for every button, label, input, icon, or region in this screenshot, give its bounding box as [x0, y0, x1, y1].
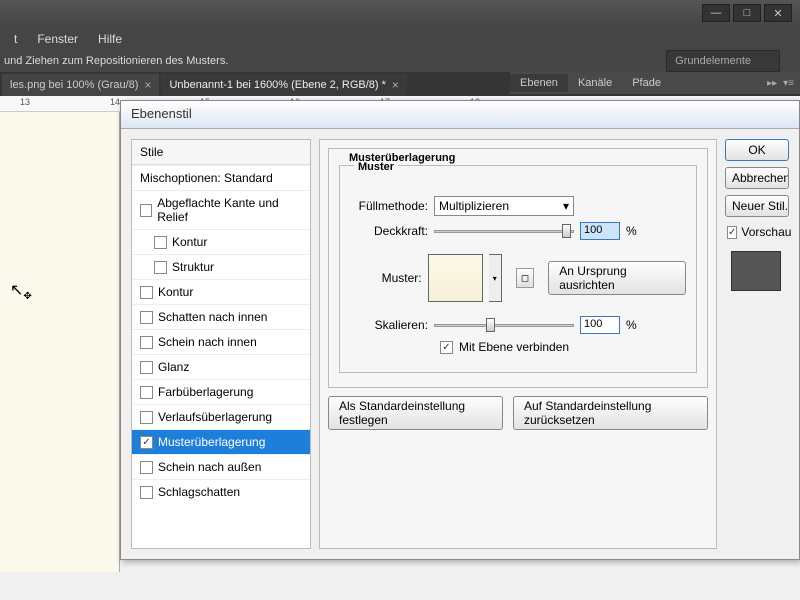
style-checkbox[interactable]: ✓	[140, 436, 153, 449]
style-checkbox[interactable]	[154, 261, 167, 274]
style-item[interactable]: Kontur	[132, 229, 310, 254]
style-checkbox[interactable]	[140, 386, 153, 399]
make-default-button[interactable]: Als Standardeinstellung festlegen	[328, 396, 503, 430]
options-hint: und Ziehen zum Repositionieren des Muste…	[4, 55, 228, 67]
style-checkbox[interactable]	[140, 204, 152, 217]
label-blendmode: Füllmethode:	[350, 199, 428, 213]
style-label: Farbüberlagerung	[158, 385, 253, 399]
link-layer-checkbox[interactable]: ✓	[440, 341, 453, 354]
style-item[interactable]: Schatten nach innen	[132, 304, 310, 329]
scale-input[interactable]: 100	[580, 316, 620, 334]
style-label: Schein nach innen	[158, 335, 257, 349]
styles-header[interactable]: Stile	[132, 140, 310, 165]
label-scale: Skalieren:	[350, 318, 428, 332]
style-label: Schatten nach innen	[158, 310, 267, 324]
reset-default-button[interactable]: Auf Standardeinstellung zurücksetzen	[513, 396, 708, 430]
tab-ebenen[interactable]: Ebenen	[510, 74, 568, 92]
label-pattern: Muster:	[350, 271, 422, 285]
style-label: Kontur	[158, 285, 193, 299]
close-icon[interactable]: ×	[392, 78, 399, 92]
panel-tabs: Ebenen Kanäle Pfade ▸▸ ▾≡	[510, 72, 800, 94]
style-checkbox[interactable]	[154, 236, 167, 249]
style-item[interactable]: Schlagschatten	[132, 479, 310, 504]
opacity-input[interactable]: 100	[580, 222, 620, 240]
style-checkbox[interactable]	[140, 361, 153, 374]
unit-percent: %	[626, 318, 637, 332]
close-button[interactable]: ✕	[764, 4, 792, 22]
minimize-button[interactable]: —	[702, 4, 730, 22]
style-checkbox[interactable]	[140, 461, 153, 474]
label-preview: Vorschau	[741, 225, 791, 239]
style-label: Schlagschatten	[158, 485, 240, 499]
style-item[interactable]: Struktur	[132, 254, 310, 279]
pattern-swatch[interactable]	[428, 254, 483, 302]
scale-slider[interactable]	[434, 317, 574, 333]
blend-options-row[interactable]: Mischoptionen: Standard	[132, 165, 310, 190]
cancel-button[interactable]: Abbrechen	[725, 167, 789, 189]
style-item[interactable]: Abgeflachte Kante und Relief	[132, 190, 310, 229]
workspace-selector[interactable]: Grundelemente	[666, 50, 780, 72]
style-item[interactable]: ✓ Musterüberlagerung	[132, 429, 310, 454]
style-label: Musterüberlagerung	[158, 435, 265, 449]
snap-origin-icon[interactable]: ◻	[516, 268, 535, 288]
blendmode-select[interactable]: Multiplizieren▾	[434, 196, 574, 216]
style-label: Kontur	[172, 235, 207, 249]
style-label: Abgeflachte Kante und Relief	[157, 196, 302, 224]
style-label: Schein nach außen	[158, 460, 261, 474]
tab-kanale[interactable]: Kanäle	[568, 74, 622, 92]
move-cursor-icon: ↖✥	[10, 280, 32, 300]
style-item[interactable]: Verlaufsüberlagerung	[132, 404, 310, 429]
menu-hilfe[interactable]: Hilfe	[88, 30, 132, 48]
style-checkbox[interactable]	[140, 286, 153, 299]
style-checkbox[interactable]	[140, 486, 153, 499]
style-item[interactable]: Glanz	[132, 354, 310, 379]
style-item[interactable]: Farbüberlagerung	[132, 379, 310, 404]
panel-expand-icon[interactable]: ▸▸	[767, 78, 777, 89]
snap-origin-button[interactable]: An Ursprung ausrichten	[548, 261, 686, 295]
ok-button[interactable]: OK	[725, 139, 789, 161]
document-tab[interactable]: les.png bei 100% (Grau/8)×	[2, 74, 159, 96]
style-item[interactable]: Schein nach außen	[132, 454, 310, 479]
menu-fenster[interactable]: Fenster	[27, 30, 88, 48]
menubar: t Fenster Hilfe	[0, 28, 800, 50]
label-link-layer: Mit Ebene verbinden	[459, 340, 569, 354]
style-label: Glanz	[158, 360, 189, 374]
preview-swatch	[731, 251, 781, 291]
document-tab[interactable]: Unbenannt-1 bei 1600% (Ebene 2, RGB/8) *…	[161, 74, 407, 96]
chevron-down-icon: ▾	[563, 199, 569, 213]
menu-truncated[interactable]: t	[4, 30, 27, 48]
style-item[interactable]: Schein nach innen	[132, 329, 310, 354]
tab-pfade[interactable]: Pfade	[622, 74, 671, 92]
style-label: Struktur	[172, 260, 214, 274]
layer-style-dialog: Ebenenstil Stile Mischoptionen: Standard…	[120, 100, 800, 560]
styles-list: Stile Mischoptionen: Standard Abgeflacht…	[131, 139, 311, 549]
maximize-button[interactable]: □	[733, 4, 761, 22]
dialog-title: Ebenenstil	[121, 101, 799, 129]
style-checkbox[interactable]	[140, 411, 153, 424]
new-style-button[interactable]: Neuer Stil...	[725, 195, 789, 217]
preview-checkbox[interactable]: ✓	[727, 226, 737, 239]
style-label: Verlaufsüberlagerung	[158, 410, 272, 424]
pattern-picker-arrow[interactable]: ▾	[489, 254, 502, 302]
style-checkbox[interactable]	[140, 336, 153, 349]
unit-percent: %	[626, 224, 637, 238]
canvas[interactable]	[0, 112, 120, 572]
label-opacity: Deckkraft:	[350, 224, 428, 238]
opacity-slider[interactable]	[434, 223, 574, 239]
panel-menu-icon[interactable]: ▾≡	[783, 78, 794, 89]
style-checkbox[interactable]	[140, 311, 153, 324]
style-item[interactable]: Kontur	[132, 279, 310, 304]
section-subtitle: Muster	[354, 161, 398, 173]
close-icon[interactable]: ×	[144, 78, 151, 92]
